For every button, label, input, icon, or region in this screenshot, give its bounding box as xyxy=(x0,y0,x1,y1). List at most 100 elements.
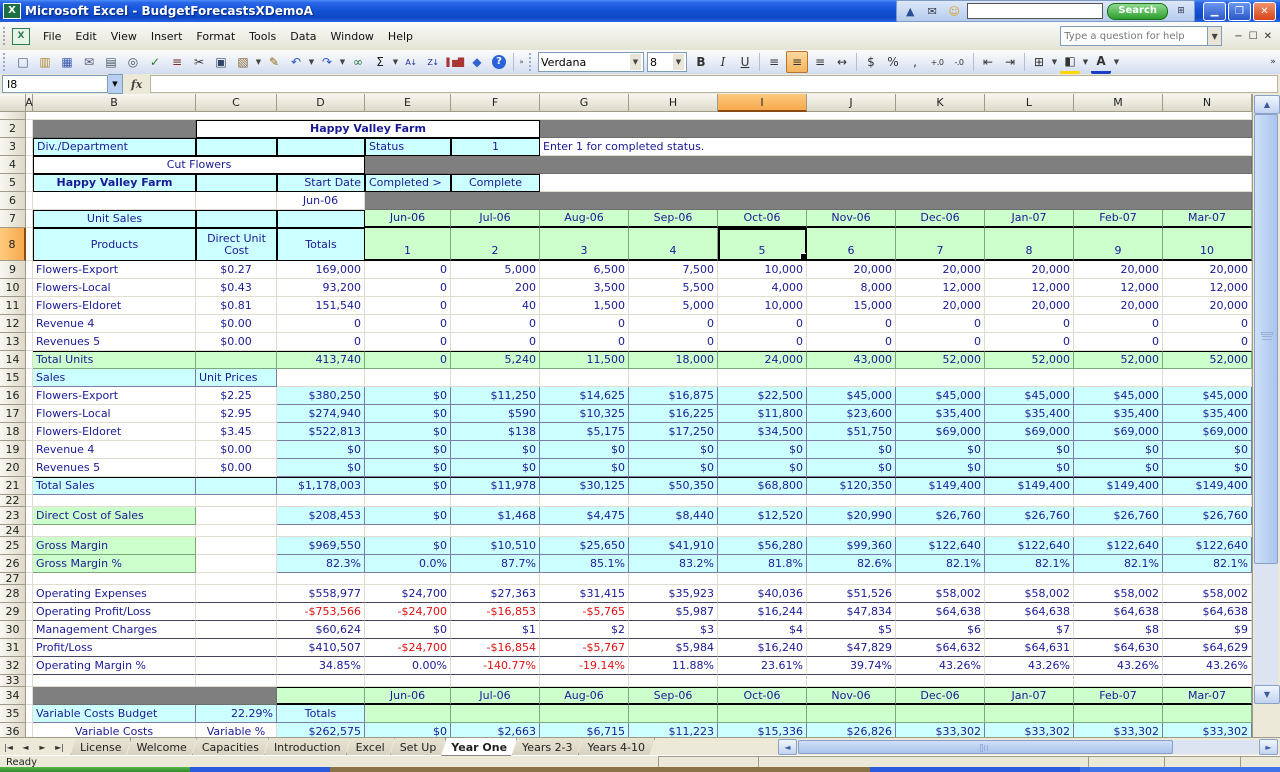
cell-H34[interactable]: Sep-06 xyxy=(629,687,718,705)
cell-L16[interactable]: $45,000 xyxy=(985,387,1074,405)
cell-A3[interactable] xyxy=(26,138,33,156)
cell-G18[interactable]: $5,175 xyxy=(540,423,629,441)
sheet-tab-capacities[interactable]: Capacities xyxy=(192,738,269,756)
cell-B28[interactable]: Operating Expenses xyxy=(33,585,196,603)
row-header-32[interactable]: 32 xyxy=(0,657,26,675)
autosum-dropdown-icon[interactable]: ▼ xyxy=(391,52,400,72)
cell-J8[interactable]: 6 xyxy=(807,228,896,261)
cell-G36[interactable]: $6,715 xyxy=(540,723,629,737)
cell-D14[interactable]: 413,740 xyxy=(277,351,365,369)
cell-H20[interactable]: $0 xyxy=(629,459,718,477)
cell-A26[interactable] xyxy=(26,555,33,573)
vertical-scroll-track[interactable] xyxy=(1254,114,1278,685)
cell-N35[interactable] xyxy=(1163,705,1252,723)
column-header-N[interactable]: N xyxy=(1163,94,1252,112)
cell-C7[interactable] xyxy=(196,210,277,228)
cell-A29[interactable] xyxy=(26,603,33,621)
cell-D31[interactable]: $410,507 xyxy=(277,639,365,657)
cell-I26[interactable]: 81.8% xyxy=(718,555,807,573)
cell-B33[interactable] xyxy=(33,675,196,687)
cell-K21[interactable]: $149,400 xyxy=(896,477,985,495)
cell-L17[interactable]: $35,400 xyxy=(985,405,1074,423)
row-header-36[interactable]: 36 xyxy=(0,723,26,737)
cell-F29[interactable]: -$16,853 xyxy=(451,603,540,621)
cell-H36[interactable]: $11,223 xyxy=(629,723,718,737)
cell-A6[interactable] xyxy=(26,192,33,210)
column-header-A[interactable]: A xyxy=(25,94,33,112)
sheet-tab-excel[interactable]: Excel xyxy=(346,738,395,756)
chart-wizard-button[interactable]: ▌▆█ xyxy=(445,52,465,72)
sheet-tab-set-up[interactable]: Set Up xyxy=(390,738,447,756)
cell-C13[interactable]: $0.00 xyxy=(196,333,277,351)
cell-M17[interactable]: $35,400 xyxy=(1074,405,1163,423)
cell-I30[interactable]: $4 xyxy=(718,621,807,639)
cell-H14[interactable]: 18,000 xyxy=(629,351,718,369)
menu-format[interactable]: Format xyxy=(189,27,242,46)
cell-D12[interactable]: 0 xyxy=(277,315,365,333)
cell-G28[interactable]: $31,415 xyxy=(540,585,629,603)
menu-tools[interactable]: Tools xyxy=(242,27,283,46)
row-header-28[interactable]: 28 xyxy=(0,585,26,603)
cell-H13[interactable]: 0 xyxy=(629,333,718,351)
column-header-M[interactable]: M xyxy=(1074,94,1163,112)
cell-C10[interactable]: $0.43 xyxy=(196,279,277,297)
cell-K29[interactable]: $64,638 xyxy=(896,603,985,621)
cell-J18[interactable]: $51,750 xyxy=(807,423,896,441)
cell-B13[interactable]: Revenues 5 xyxy=(33,333,196,351)
copy-button[interactable]: ▣ xyxy=(211,52,231,72)
cell-I19[interactable]: $0 xyxy=(718,441,807,459)
row-header-12[interactable]: 12 xyxy=(0,315,26,333)
merge-center-button[interactable]: ↔ xyxy=(832,52,852,72)
cell-N17[interactable]: $35,400 xyxy=(1163,405,1252,423)
cell-A32[interactable] xyxy=(26,657,33,675)
borders-button[interactable]: ⊞ xyxy=(1029,52,1049,72)
vertical-scrollbar[interactable]: ▲ ▼ xyxy=(1252,94,1280,737)
cell-G33[interactable] xyxy=(540,675,629,687)
cell-J29[interactable]: $47,834 xyxy=(807,603,896,621)
font-name-dropdown-icon[interactable]: ▼ xyxy=(630,54,641,70)
mail-icon[interactable]: ✉ xyxy=(923,4,941,19)
formatting-toolbar-grip[interactable] xyxy=(529,53,535,71)
cell-E4[interactable] xyxy=(365,156,1252,174)
cell-F11[interactable]: 40 xyxy=(451,297,540,315)
cell-J27[interactable] xyxy=(807,573,896,585)
cell-I32[interactable]: 23.61% xyxy=(718,657,807,675)
sort-ascending-button[interactable]: A↓ xyxy=(401,52,421,72)
menu-help[interactable]: Help xyxy=(381,27,420,46)
cell-D13[interactable]: 0 xyxy=(277,333,365,351)
cell-G11[interactable]: 1,500 xyxy=(540,297,629,315)
cell-B19[interactable]: Revenue 4 xyxy=(33,441,196,459)
cell-E16[interactable]: $0 xyxy=(365,387,451,405)
cell-L12[interactable]: 0 xyxy=(985,315,1074,333)
cell-D23[interactable]: $208,453 xyxy=(277,507,365,525)
row-header-29[interactable]: 29 xyxy=(0,603,26,621)
cell-H17[interactable]: $16,225 xyxy=(629,405,718,423)
column-header-F[interactable]: F xyxy=(451,94,540,112)
cell-E26[interactable]: 0.0% xyxy=(365,555,451,573)
cell-L7[interactable]: Jan-07 xyxy=(985,210,1074,228)
help-button[interactable]: ? xyxy=(489,52,509,72)
cell-C16[interactable]: $2.25 xyxy=(196,387,277,405)
cell-A30[interactable] xyxy=(26,621,33,639)
cell-L27[interactable] xyxy=(985,573,1074,585)
cell-E36[interactable]: $0 xyxy=(365,723,451,737)
cell-E28[interactable]: $24,700 xyxy=(365,585,451,603)
cell-C36[interactable]: Variable % xyxy=(196,723,277,737)
cell-J14[interactable]: 43,000 xyxy=(807,351,896,369)
percent-button[interactable]: % xyxy=(883,52,903,72)
column-header-I[interactable]: I xyxy=(718,94,807,112)
cell-F3[interactable]: 1 xyxy=(451,138,540,156)
cell-J19[interactable]: $0 xyxy=(807,441,896,459)
cell-C8[interactable]: Direct Unit Cost xyxy=(196,228,277,261)
menu-data[interactable]: Data xyxy=(283,27,323,46)
cell-J24[interactable] xyxy=(807,525,896,537)
cell-D35[interactable]: Totals xyxy=(277,705,365,723)
cell-C17[interactable]: $2.95 xyxy=(196,405,277,423)
cell-J11[interactable]: 15,000 xyxy=(807,297,896,315)
cell-C26[interactable] xyxy=(196,555,277,573)
cell-E23[interactable]: $0 xyxy=(365,507,451,525)
cell-C9[interactable]: $0.27 xyxy=(196,261,277,279)
cell-G21[interactable]: $30,125 xyxy=(540,477,629,495)
horizontal-scroll-track[interactable] xyxy=(798,740,1258,754)
cell-D25[interactable]: $969,550 xyxy=(277,537,365,555)
